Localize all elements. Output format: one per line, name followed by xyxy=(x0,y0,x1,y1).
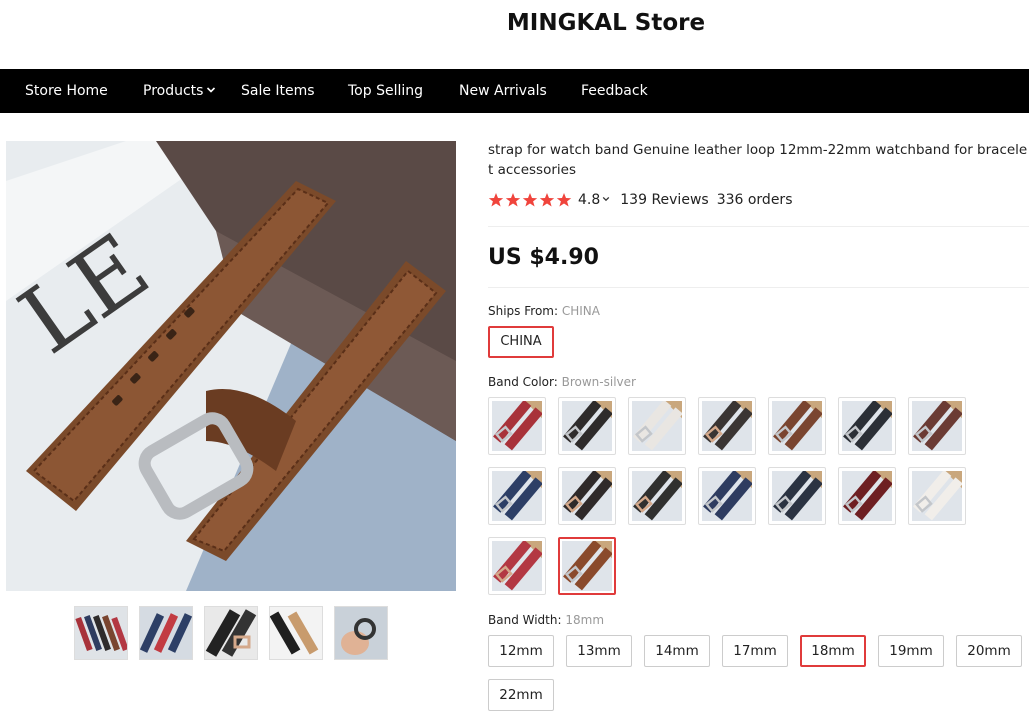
band-color-swatch-13[interactable] xyxy=(838,467,896,525)
black-strap-rose-buckle-thumbnail-icon xyxy=(205,607,257,659)
nav-top-selling[interactable]: Top Selling xyxy=(348,69,423,113)
orders-count: 336 orders xyxy=(716,192,793,208)
band-color-swatch-4[interactable] xyxy=(698,397,756,455)
nav-products[interactable]: Products xyxy=(143,69,216,113)
divider xyxy=(488,226,1029,227)
band-width-option-17mm[interactable]: 17mm xyxy=(722,635,788,667)
band-width-option-22mm[interactable]: 22mm xyxy=(488,679,554,711)
band-width-option-12mm[interactable]: 12mm xyxy=(488,635,554,667)
band-color-value: Brown-silver xyxy=(561,375,636,389)
gallery-thumbnail-3[interactable] xyxy=(204,606,258,660)
band-color-swatch-2[interactable] xyxy=(558,397,616,455)
star-icon xyxy=(539,193,555,207)
strap-swatch-image xyxy=(492,401,542,451)
band-color-label-text: Band Color: xyxy=(488,375,558,389)
band-width-option-13mm[interactable]: 13mm xyxy=(566,635,632,667)
ships-from-option-china[interactable]: CHINA xyxy=(488,326,554,358)
rating-row: 4.8 139 Reviews 336 orders xyxy=(488,190,792,210)
nav-store-home[interactable]: Store Home xyxy=(25,69,108,113)
band-color-swatch-12[interactable] xyxy=(768,467,826,525)
product-title: strap for watch band Genuine leather loo… xyxy=(488,142,1028,178)
nav-sale-items[interactable]: Sale Items xyxy=(241,69,315,113)
store-navbar: Store Home Products Sale Items Top Selli… xyxy=(0,69,1029,113)
strap-swatch-image xyxy=(702,401,752,451)
strap-swatch-image xyxy=(562,471,612,521)
star-icon xyxy=(556,193,572,207)
multicolor-straps-thumbnail-icon xyxy=(75,607,127,659)
band-color-swatch-3[interactable] xyxy=(628,397,686,455)
band-color-swatch-8[interactable] xyxy=(488,467,546,525)
strap-swatch-image xyxy=(632,401,682,451)
hand-holding-loop-thumbnail-icon xyxy=(335,607,387,659)
product-price: US $4.90 xyxy=(488,245,599,270)
band-color-swatch-7[interactable] xyxy=(908,397,966,455)
strap-swatch-image xyxy=(562,401,612,451)
band-color-swatch-11[interactable] xyxy=(698,467,756,525)
band-color-swatch-6[interactable] xyxy=(838,397,896,455)
ships-from-label: Ships From: CHINA xyxy=(488,304,600,318)
band-width-option-18mm[interactable]: 18mm xyxy=(800,635,866,667)
gallery-thumbnail-2[interactable] xyxy=(139,606,193,660)
band-width-option-20mm[interactable]: 20mm xyxy=(956,635,1022,667)
divider xyxy=(488,287,1029,288)
black-strap-tan-lining-thumbnail-icon xyxy=(270,607,322,659)
star-icon xyxy=(522,193,538,207)
band-color-swatch-16[interactable] xyxy=(558,537,616,595)
strap-swatch-image xyxy=(562,541,612,591)
ships-from-value: CHINA xyxy=(561,304,600,318)
nav-new-arrivals[interactable]: New Arrivals xyxy=(459,69,547,113)
band-color-swatch-15[interactable] xyxy=(488,537,546,595)
band-color-swatch-5[interactable] xyxy=(768,397,826,455)
store-title: MINGKAL Store xyxy=(506,10,706,36)
star-rating xyxy=(488,192,572,208)
main-product-image[interactable]: LE xyxy=(6,141,456,591)
band-color-swatch-9[interactable] xyxy=(558,467,616,525)
blue-red-straps-thumbnail-icon xyxy=(140,607,192,659)
gallery-thumbnail-1[interactable] xyxy=(74,606,128,660)
band-color-label: Band Color: Brown-silver xyxy=(488,375,636,389)
strap-swatch-image xyxy=(772,401,822,451)
band-width-option-14mm[interactable]: 14mm xyxy=(644,635,710,667)
strap-swatch-image xyxy=(772,471,822,521)
chevron-down-icon xyxy=(206,69,216,113)
band-width-value: 18mm xyxy=(565,613,605,627)
band-color-swatch-1[interactable] xyxy=(488,397,546,455)
strap-swatch-image xyxy=(492,471,542,521)
chevron-down-icon[interactable] xyxy=(602,195,610,206)
strap-swatch-image xyxy=(492,541,542,591)
strap-swatch-image xyxy=(632,471,682,521)
gallery-thumbnail-4[interactable] xyxy=(269,606,323,660)
band-width-option-19mm[interactable]: 19mm xyxy=(878,635,944,667)
watch-strap-photo: LE xyxy=(6,141,456,591)
strap-swatch-image xyxy=(702,471,752,521)
band-width-label: Band Width: 18mm xyxy=(488,613,604,627)
star-icon xyxy=(488,193,504,207)
gallery-thumbnail-5[interactable] xyxy=(334,606,388,660)
band-color-swatch-10[interactable] xyxy=(628,467,686,525)
rating-value[interactable]: 4.8 xyxy=(578,192,600,208)
strap-swatch-image xyxy=(842,401,892,451)
reviews-link[interactable]: 139 Reviews xyxy=(620,192,708,208)
strap-swatch-image xyxy=(912,401,962,451)
strap-swatch-image xyxy=(842,471,892,521)
nav-feedback[interactable]: Feedback xyxy=(581,69,648,113)
band-width-label-text: Band Width: xyxy=(488,613,562,627)
nav-products-label: Products xyxy=(143,83,204,99)
ships-from-label-text: Ships From: xyxy=(488,304,559,318)
star-icon xyxy=(505,193,521,207)
band-color-swatch-14[interactable] xyxy=(908,467,966,525)
strap-swatch-image xyxy=(912,471,962,521)
